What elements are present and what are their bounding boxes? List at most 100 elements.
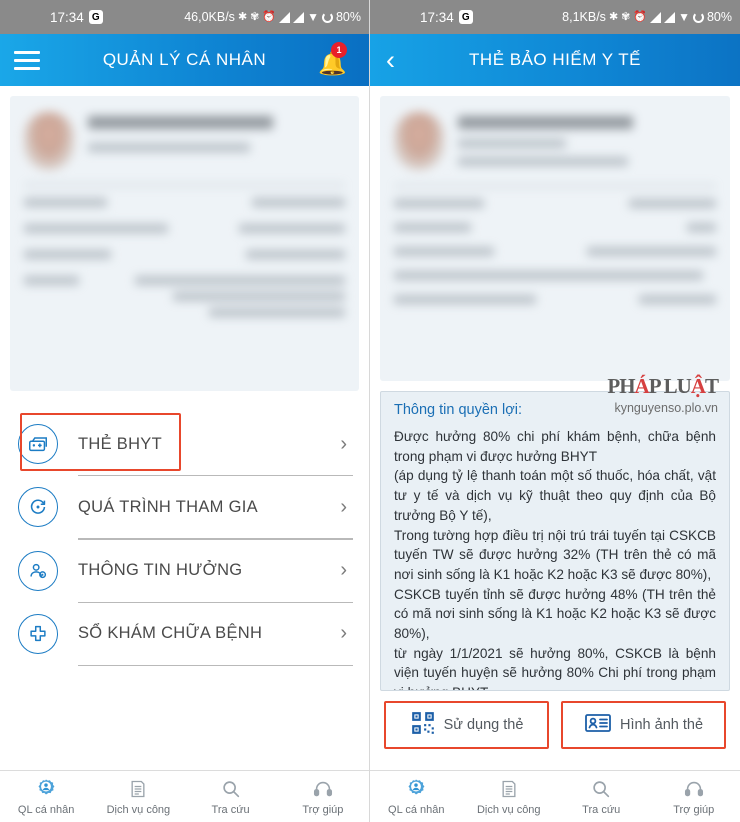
status-icons-group: 8,1KB/s ✱ ✾ ⏰ ▼ 80%	[562, 10, 732, 24]
bluetooth-icon: ✱	[237, 10, 248, 23]
bottom-nav-left: QL cá nhân Dịch vụ công Tra cứu Trợ giúp	[0, 770, 369, 822]
alarm-icon: ⏰	[262, 10, 277, 23]
status-time: 17:34	[420, 9, 454, 25]
sidebar-item-thong-tin-huong[interactable]: THÔNG TIN HƯỞNG ›	[16, 540, 353, 602]
medical-cross-icon	[16, 612, 60, 656]
avatar	[24, 112, 74, 170]
card-action-buttons: Sử dụng thẻ Hình ảnh thẻ	[370, 691, 740, 749]
carrier-g-icon: G	[458, 10, 473, 24]
nav-item-tro-giup[interactable]: Trợ giúp	[277, 777, 369, 816]
benefits-paragraph: từ ngày 1/1/2021 sẽ hưởng 80%, CSKCB là …	[394, 645, 716, 690]
right-screen: 17:34 G 8,1KB/s ✱ ✾ ⏰ ▼ 80% ‹ THẺ BẢO HI…	[370, 0, 740, 822]
sidebar-item-label: THẺ BHYT	[78, 434, 162, 453]
nav-item-label: Trợ giúp	[673, 804, 715, 816]
wifi-icon: ▼	[678, 10, 690, 24]
alarm-icon: ⏰	[633, 10, 648, 23]
wifi-icon: ▼	[307, 10, 319, 24]
page-title: QUẢN LÝ CÁ NHÂN	[102, 50, 267, 69]
sidebar-item-qua-trinh-tham-gia[interactable]: QUÁ TRÌNH THAM GIA ›	[16, 476, 353, 538]
nav-item-tra-cuu[interactable]: Tra cứu	[185, 777, 277, 816]
chevron-right-icon: ›	[340, 559, 347, 582]
benefits-paragraph: Được hưởng 80% chi phí khám bệnh, chữa b…	[394, 429, 716, 464]
nav-item-label: QL cá nhân	[17, 804, 75, 816]
sidebar-item-label: THÔNG TIN HƯỞNG	[78, 561, 243, 580]
use-card-button[interactable]: Sử dụng thẻ	[390, 707, 543, 743]
app-bar-left: QUẢN LÝ CÁ NHÂN 🔔 1	[0, 34, 369, 86]
health-insurance-card: PHÁP LUẬT kynguyenso.plo.vn	[380, 96, 730, 415]
page-title: THẺ BẢO HIỂM Y TẾ	[469, 50, 641, 69]
nav-item-dich-vu-cong[interactable]: Dịch vụ công	[92, 777, 184, 816]
chevron-right-icon: ›	[340, 432, 347, 455]
network-speed: 8,1KB/s	[562, 10, 606, 24]
signal-bars-1-icon	[279, 11, 291, 23]
bluetooth-icon: ✱	[608, 10, 619, 23]
card-icon	[16, 422, 60, 466]
headset-icon	[312, 777, 334, 801]
personal-menu-list: THẺ BHYT › QUÁ TRÌNH THAM GIA › THÔNG TI…	[0, 413, 369, 667]
redacted-card-details	[394, 112, 716, 304]
nav-item-tra-cuu[interactable]: Tra cứu	[555, 777, 648, 816]
search-icon	[220, 777, 242, 801]
document-icon	[499, 777, 519, 801]
status-time-group: 17:34 G	[50, 10, 103, 25]
use-card-label: Sử dụng thẻ	[443, 717, 524, 733]
benefits-info-panel: Thông tin quyền lợi: Được hưởng 80% chi …	[380, 391, 730, 691]
notification-bell-button[interactable]: 🔔 1	[315, 42, 347, 77]
nav-item-dich-vu-cong[interactable]: Dịch vụ công	[463, 777, 556, 816]
divider	[78, 664, 353, 667]
vibrate-icon: ✾	[621, 10, 631, 23]
status-bar-left: 17:34 G 46,0KB/s ✱ ✾ ⏰ ▼ 80%	[0, 0, 369, 34]
nav-item-label: Dịch vụ công	[106, 804, 171, 816]
nav-item-label: QL cá nhân	[388, 804, 445, 816]
card-image-label: Hình ảnh thẻ	[619, 717, 704, 733]
nav-item-tro-giup[interactable]: Trợ giúp	[648, 777, 740, 816]
battery-icon	[692, 11, 704, 23]
chevron-left-icon[interactable]: ‹	[386, 46, 395, 74]
signal-bars-1-icon	[650, 11, 662, 23]
status-time-group: 17:34 G	[420, 10, 473, 25]
nav-item-label: Tra cứu	[582, 804, 621, 816]
left-screen: 17:34 G 46,0KB/s ✱ ✾ ⏰ ▼ 80% QUẢN LÝ CÁ …	[0, 0, 370, 822]
nav-item-label: Dịch vụ công	[476, 804, 541, 816]
notification-badge: 1	[331, 42, 347, 58]
hamburger-icon[interactable]	[14, 50, 40, 70]
nav-item-ql-ca-nhan[interactable]: QL cá nhân	[0, 777, 92, 816]
benefits-paragraph: Trong tường hợp điều trị nội trú trái tu…	[394, 527, 716, 582]
bottom-nav-right: QL cá nhân Dịch vụ công Tra cứu Trợ giúp	[370, 770, 740, 822]
nav-item-label: Tra cứu	[211, 804, 250, 816]
carrier-g-icon: G	[88, 10, 103, 24]
nav-item-ql-ca-nhan[interactable]: QL cá nhân	[370, 777, 463, 816]
status-icons-group: 46,0KB/s ✱ ✾ ⏰ ▼ 80%	[184, 10, 361, 24]
personal-info-card	[10, 96, 359, 391]
right-content: PHÁP LUẬT kynguyenso.plo.vn Thông tin qu…	[370, 86, 740, 770]
battery-icon	[321, 11, 333, 23]
person-info-icon	[16, 549, 60, 593]
headset-icon	[683, 777, 705, 801]
chevron-right-icon: ›	[340, 622, 347, 645]
avatar	[394, 112, 444, 170]
sidebar-item-label: SỔ KHÁM CHỮA BỆNH	[78, 624, 263, 643]
benefits-body: Được hưởng 80% chi phí khám bệnh, chữa b…	[394, 427, 716, 690]
personal-gear-icon	[405, 777, 427, 801]
status-bar-right: 17:34 G 8,1KB/s ✱ ✾ ⏰ ▼ 80%	[370, 0, 740, 34]
personal-gear-icon	[35, 777, 57, 801]
chevron-right-icon: ›	[340, 495, 347, 518]
redacted-personal-details	[24, 112, 345, 317]
card-image-button[interactable]: Hình ảnh thẻ	[567, 707, 720, 743]
vibrate-icon: ✾	[250, 10, 260, 23]
benefits-title: Thông tin quyền lợi:	[394, 402, 523, 418]
status-time: 17:34	[50, 9, 84, 25]
sidebar-item-so-kham-chua-benh[interactable]: SỔ KHÁM CHỮA BỆNH ›	[16, 603, 353, 665]
card-image-button-wrap: Hình ảnh thẻ	[561, 701, 726, 749]
benefits-paragraph: (áp dụng tỷ lệ thanh toán một số thuốc, …	[394, 468, 716, 523]
refresh-circle-icon	[16, 485, 60, 529]
app-bar-right: ‹ THẺ BẢO HIỂM Y TẾ	[370, 34, 740, 86]
network-speed: 46,0KB/s	[184, 10, 235, 24]
benefits-paragraph: CSKCB tuyến tỉnh sẽ được hưởng 48% (TH t…	[394, 586, 716, 642]
dual-screenshot-container: 17:34 G 46,0KB/s ✱ ✾ ⏰ ▼ 80% QUẢN LÝ CÁ …	[0, 0, 740, 822]
search-icon	[590, 777, 612, 801]
qr-code-icon	[410, 710, 436, 741]
signal-bars-2-icon	[293, 11, 305, 23]
sidebar-item-the-bhyt[interactable]: THẺ BHYT ›	[16, 413, 353, 475]
document-icon	[128, 777, 148, 801]
